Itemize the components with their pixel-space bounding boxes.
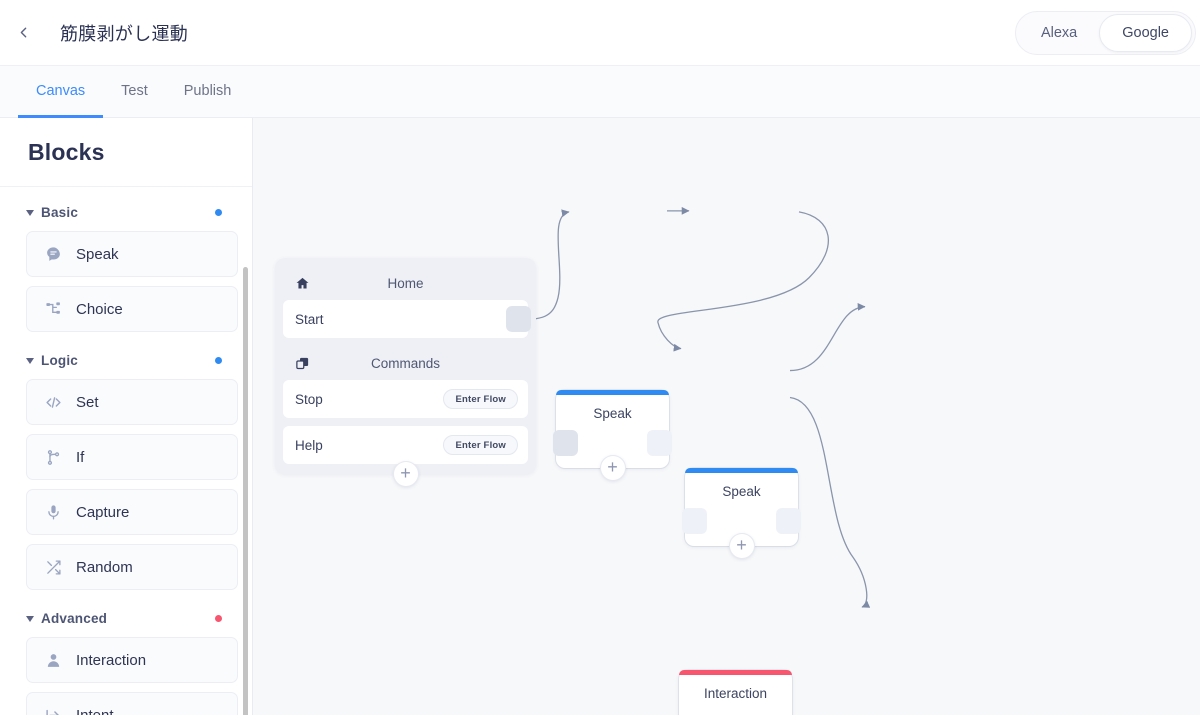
- sidebar-block-capture[interactable]: Capture: [26, 489, 238, 535]
- speak-node-2[interactable]: Speak +: [682, 468, 801, 559]
- command-label: Stop: [295, 391, 323, 407]
- home-block[interactable]: Home Start Commands Stop Enter Flow Help…: [275, 258, 536, 487]
- group-status-dot: [215, 356, 222, 364]
- node-label: Speak: [722, 484, 761, 499]
- shuffle-icon: [43, 557, 63, 577]
- sidebar-block-if[interactable]: If: [26, 434, 238, 480]
- node-accent-stripe: [685, 468, 798, 473]
- sidebar-block-label: Interaction: [76, 651, 147, 669]
- blocks-sidebar: Blocks Basic Speak Choice Logic Set If C…: [0, 118, 261, 715]
- home-section-title: Home: [387, 275, 424, 291]
- sidebar-title: Blocks: [28, 138, 105, 165]
- command-row-help[interactable]: Help Enter Flow: [283, 426, 528, 464]
- sidebar-block-set[interactable]: Set: [26, 379, 238, 425]
- platform-option-google[interactable]: Google: [1099, 14, 1192, 52]
- tab-test[interactable]: Test: [103, 67, 166, 118]
- back-button[interactable]: [6, 16, 40, 50]
- sidebar-block-choice[interactable]: Choice: [26, 286, 238, 332]
- node-accent-stripe: [679, 670, 792, 675]
- sidebar-block-intent[interactable]: Intent: [26, 692, 238, 715]
- git-branch-icon: [43, 447, 63, 467]
- sidebar-group-basic[interactable]: Basic: [26, 193, 238, 231]
- home-section-header: Home: [283, 266, 528, 300]
- home-start-label: Start: [295, 311, 324, 327]
- group-status-dot: [215, 208, 222, 216]
- choice-branch-icon: [43, 299, 63, 319]
- tab-publish[interactable]: Publish: [166, 67, 250, 118]
- speak-bubble-icon: [43, 244, 63, 264]
- sidebar-block-interaction[interactable]: Interaction: [26, 637, 238, 683]
- output-port[interactable]: [776, 508, 801, 534]
- tab-canvas[interactable]: Canvas: [18, 67, 104, 118]
- sidebar-block-label: Choice: [76, 300, 123, 318]
- page-title: 筋膜剥がし運動: [60, 23, 189, 44]
- node-accent-stripe: [556, 390, 669, 395]
- sidebar-group-advanced[interactable]: Advanced: [26, 599, 238, 637]
- sidebar-group-label: Advanced: [41, 610, 108, 626]
- sidebar-block-label: Random: [76, 558, 133, 576]
- sidebar-block-random[interactable]: Random: [26, 544, 238, 590]
- sidebar-block-label: Intent: [76, 706, 114, 715]
- plus-icon: +: [400, 462, 411, 483]
- platform-option-alexa[interactable]: Alexa: [1019, 14, 1099, 52]
- sidebar-block-label: Speak: [76, 245, 119, 263]
- sidebar-header: Blocks: [0, 118, 252, 187]
- node-add-button[interactable]: +: [728, 533, 755, 559]
- microphone-icon: [43, 502, 63, 522]
- sidebar-block-speak[interactable]: Speak: [26, 231, 238, 277]
- node-add-button[interactable]: +: [599, 455, 626, 481]
- person-icon: [43, 650, 63, 670]
- plus-icon: +: [736, 535, 747, 555]
- input-port[interactable]: [682, 508, 707, 534]
- command-row-stop[interactable]: Stop Enter Flow: [283, 380, 528, 418]
- sidebar-block-list: Basic Speak Choice Logic Set If Capture …: [0, 187, 252, 715]
- commands-section-title: Commands: [370, 355, 441, 371]
- caret-down-icon: [26, 209, 34, 216]
- plus-icon: +: [607, 457, 618, 477]
- sidebar-scrollbar[interactable]: [243, 267, 248, 715]
- caret-down-icon: [26, 357, 34, 364]
- sidebar-group-logic[interactable]: Logic: [26, 341, 238, 379]
- command-label: Help: [295, 437, 323, 453]
- enter-flow-badge[interactable]: Enter Flow: [443, 435, 518, 455]
- platform-toggle[interactable]: Alexa Google: [1014, 11, 1196, 55]
- body: Blocks Basic Speak Choice Logic Set If C…: [0, 118, 1200, 715]
- caret-down-icon: [26, 615, 34, 622]
- node-label: Interaction: [703, 686, 768, 701]
- home-start-row[interactable]: Start: [283, 300, 531, 338]
- interaction-node[interactable]: Interaction else 1 2: [679, 670, 792, 715]
- home-icon: [295, 276, 310, 291]
- flow-canvas[interactable]: Home Start Commands Stop Enter Flow Help…: [253, 118, 1200, 715]
- commands-section-header: Commands: [283, 346, 528, 380]
- sidebar-group-label: Logic: [41, 352, 78, 368]
- sidebar-block-label: Capture: [76, 503, 130, 521]
- intent-arrow-icon: [43, 705, 63, 715]
- commands-stack-icon: [295, 356, 310, 371]
- app-root: 筋膜剥がし運動 Alexa Google Canvas Test Publish…: [0, 0, 1200, 715]
- tab-bar: Canvas Test Publish: [0, 66, 1200, 118]
- input-port[interactable]: [553, 430, 578, 456]
- home-block-add-button[interactable]: +: [392, 461, 419, 487]
- enter-flow-badge[interactable]: Enter Flow: [443, 389, 518, 409]
- sidebar-block-label: If: [76, 448, 85, 466]
- group-status-dot: [215, 614, 222, 622]
- top-bar: 筋膜剥がし運動 Alexa Google: [0, 0, 1200, 66]
- node-label: Speak: [593, 406, 632, 421]
- chevron-left-icon: [20, 27, 26, 38]
- output-port[interactable]: [506, 306, 531, 332]
- code-brackets-icon: [43, 392, 63, 412]
- speak-node-1[interactable]: Speak +: [553, 390, 672, 481]
- sidebar-block-label: Set: [76, 393, 99, 411]
- output-port[interactable]: [647, 430, 672, 456]
- sidebar-group-label: Basic: [41, 204, 79, 220]
